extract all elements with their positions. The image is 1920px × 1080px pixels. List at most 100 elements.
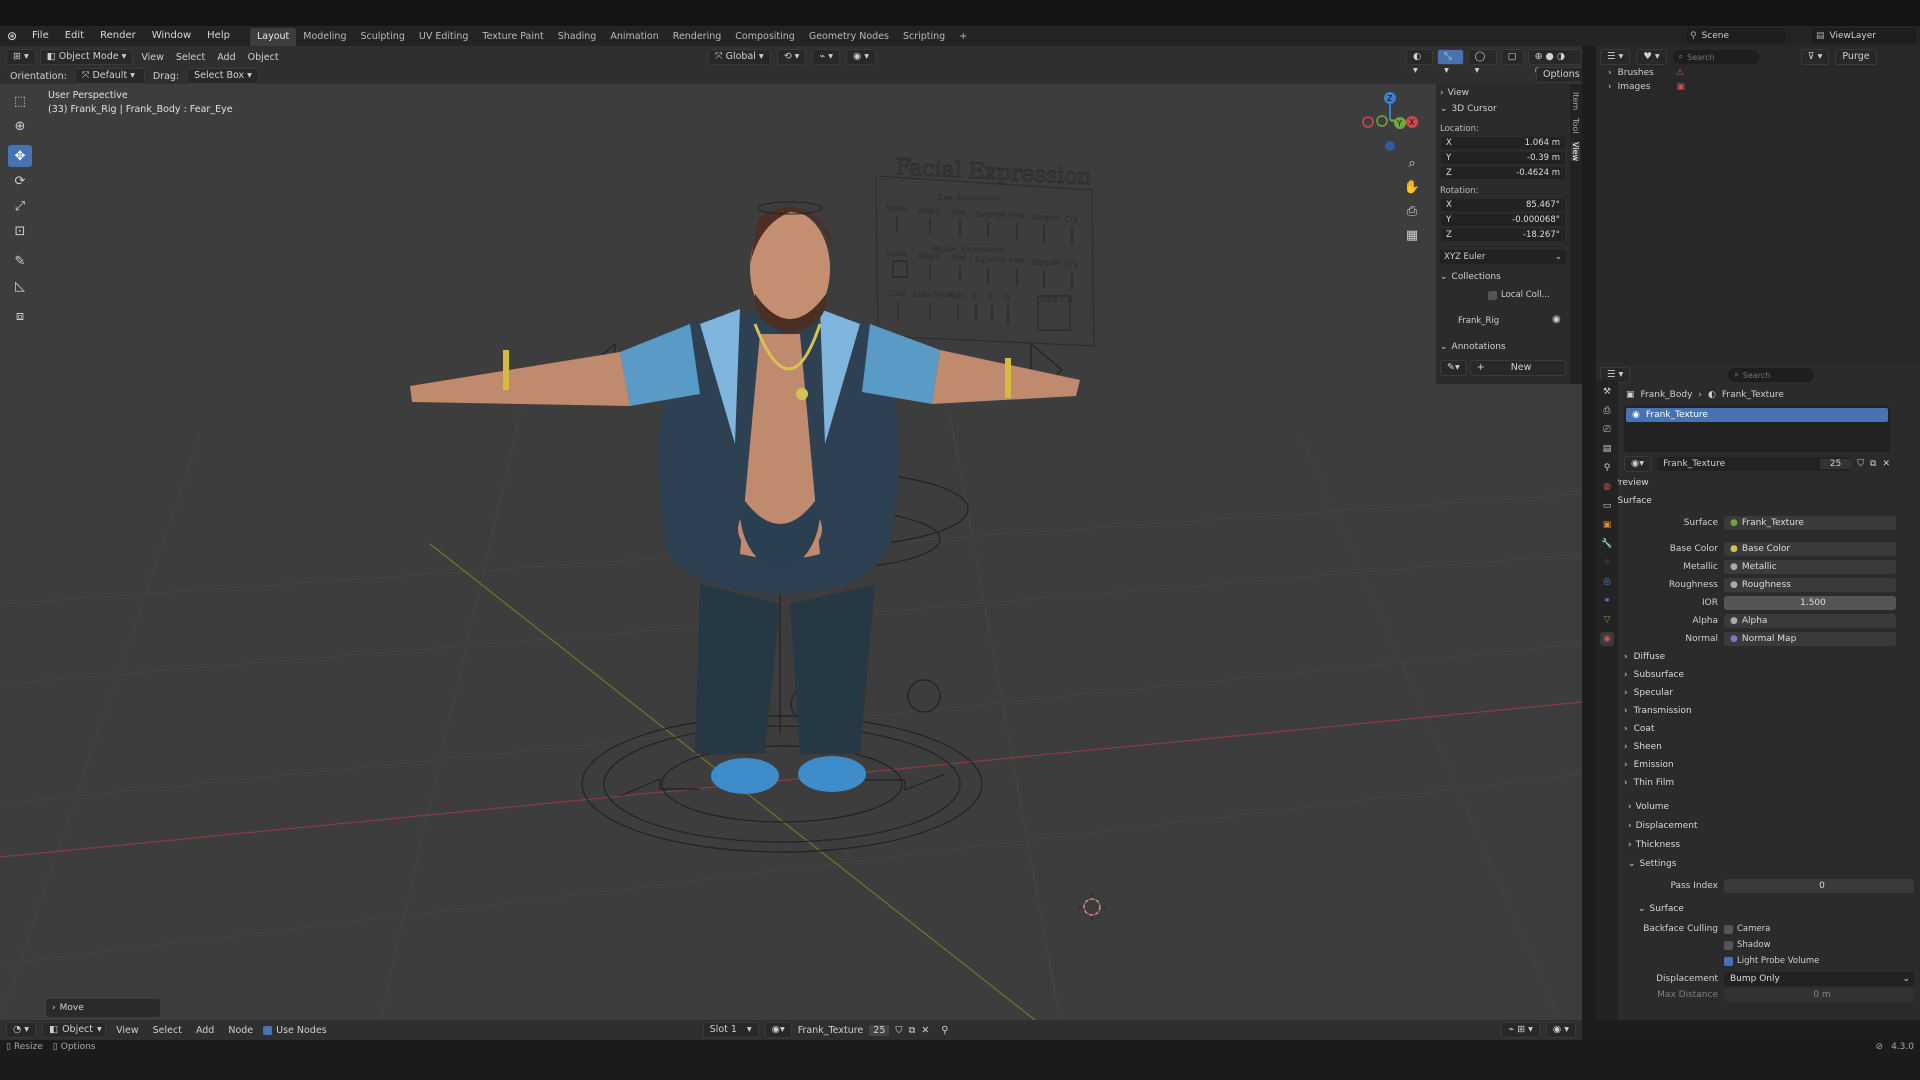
render-tab-icon[interactable]: ⎙ (1600, 404, 1614, 418)
subpanel-coat[interactable]: › Coat (1624, 724, 1654, 734)
header-menu-view[interactable]: View (137, 52, 168, 63)
add-cube-tool-icon[interactable]: ⧈ (8, 305, 32, 327)
outliner-search-input[interactable] (1687, 52, 1748, 62)
navigation-gizmo[interactable]: Z X Y (1362, 92, 1418, 151)
snap-button[interactable]: ⌁ ▾ (812, 49, 840, 65)
unlink-icon[interactable]: ✕ (921, 1025, 929, 1036)
tab-texture-paint[interactable]: Texture Paint (475, 28, 550, 46)
rotation-y-field[interactable]: Y -0.000068° (1440, 213, 1566, 227)
3d-cursor[interactable] (1078, 893, 1106, 921)
tab-item[interactable]: Item (1571, 92, 1580, 110)
cursor-section-header[interactable]: ⌄ 3D Cursor (1440, 104, 1497, 114)
rotation-mode-dropdown[interactable]: XYZ Euler ⌄ (1440, 250, 1566, 264)
light-probe-volume-toggle[interactable]: Light Probe Volume (1724, 956, 1819, 966)
node-menu-select[interactable]: Select (149, 1025, 186, 1036)
properties-search-input[interactable] (1742, 370, 1803, 380)
node-snap-button[interactable]: ⌁ ⊞ ▾ (1501, 1022, 1540, 1038)
tab-layout[interactable]: Layout (249, 28, 297, 46)
output-tab-icon[interactable]: ⎚ (1600, 423, 1614, 437)
settings-panel-header[interactable]: ⌄ Settings (1628, 859, 1676, 869)
node-object-dropdown[interactable]: ◧ Object ▾ (42, 1022, 107, 1038)
thickness-panel-header[interactable]: › Thickness (1628, 840, 1680, 850)
node-material-field[interactable]: Frank_Texture 25 ⛉ ⧉ ✕ (798, 1024, 929, 1036)
duplicate-icon[interactable]: ⧉ (909, 1025, 916, 1036)
node-overlay-button[interactable]: ◉ ▾ (1545, 1022, 1576, 1038)
drag-dropdown[interactable]: Select Box ▾ (187, 68, 259, 84)
modifier-tab-icon[interactable]: 🔧 (1600, 537, 1614, 551)
transform-tool-icon[interactable]: ⊡ (8, 220, 32, 242)
subpanel-transmission[interactable]: › Transmission (1624, 706, 1692, 716)
subpanel-sheen[interactable]: › Sheen (1624, 742, 1662, 752)
area-divider[interactable] (1582, 46, 1596, 1020)
local-collection-toggle[interactable]: Local Coll... (1488, 290, 1550, 300)
mode-selector[interactable]: ◧ Object Mode ▾ (39, 49, 134, 65)
tab-rendering[interactable]: Rendering (666, 28, 729, 46)
material-tab-icon[interactable]: ◉ (1600, 632, 1614, 646)
checkbox[interactable] (1724, 924, 1733, 934)
use-nodes-toggle[interactable]: Use Nodes (263, 1025, 327, 1036)
checkbox-checked[interactable] (1724, 956, 1733, 966)
new-annotation-button[interactable]: + New (1469, 360, 1566, 376)
eye-icon[interactable]: ◉ (1552, 314, 1561, 325)
xray-toggle-button[interactable]: ▢ (1500, 49, 1524, 65)
base-color-field[interactable]: ● Base Color (1724, 542, 1896, 556)
max-distance-field[interactable]: 0 m (1724, 988, 1914, 1002)
measure-tool-icon[interactable]: ◺ (8, 275, 32, 297)
normal-field[interactable]: ● Normal Map (1724, 632, 1896, 646)
view-section-header[interactable]: › View (1440, 88, 1469, 98)
volume-panel-header[interactable]: › Volume (1628, 802, 1669, 812)
view-layer-tab-icon[interactable]: ▤ (1600, 442, 1614, 456)
scene-selector[interactable]: ⚲ Scene (1686, 28, 1786, 44)
fake-user-icon[interactable]: ⛉ (1857, 459, 1864, 469)
object-tab-icon[interactable]: ▣ (1600, 518, 1614, 532)
physics-tab-icon[interactable]: ◎ (1600, 575, 1614, 589)
material-slot-item[interactable]: ◉ Frank_Texture (1626, 408, 1888, 422)
purge-button[interactable]: Purge (1835, 49, 1877, 65)
checkbox[interactable] (1488, 290, 1497, 300)
tab-modeling[interactable]: Modeling (296, 28, 353, 46)
transform-orientation-dropdown[interactable]: ⤧ Global ▾ (708, 49, 771, 65)
collections-section-header[interactable]: ⌄ Collections (1440, 272, 1501, 282)
collection-tab-icon[interactable]: ▭ (1600, 499, 1614, 513)
subpanel-subsurface[interactable]: › Subsurface (1624, 670, 1684, 680)
node-menu-node[interactable]: Node (224, 1025, 257, 1036)
zoom-icon[interactable]: ⌕ (1400, 152, 1424, 174)
outliner-search[interactable]: ⌕ (1672, 50, 1759, 64)
outliner-editor-type-button[interactable]: ☰ ▾ (1600, 49, 1631, 65)
outliner-item-images[interactable]: › Images ▣ (1608, 82, 1685, 92)
tab-compositing[interactable]: Compositing (728, 28, 802, 46)
orientation-dropdown[interactable]: ⤧ Default ▾ (74, 68, 145, 84)
camera-view-icon[interactable]: ⎙ (1400, 200, 1424, 222)
backface-shadow-toggle[interactable]: Shadow (1724, 940, 1771, 950)
display-mode-button[interactable]: ♥ ▾ (1636, 49, 1667, 65)
subpanel-emission[interactable]: › Emission (1624, 760, 1674, 770)
pivot-point-button[interactable]: ⟲ ▾ (776, 49, 807, 65)
pin-icon[interactable]: ⚲ (941, 1025, 948, 1036)
menu-edit[interactable]: Edit (57, 26, 92, 46)
viewlayer-selector[interactable]: ▤ ViewLayer (1812, 28, 1916, 44)
settings-surface-header[interactable]: ⌄ Surface (1638, 904, 1684, 914)
menu-help[interactable]: Help (199, 26, 238, 46)
tab-view[interactable]: View (1571, 141, 1580, 161)
rotation-z-field[interactable]: Z -18.267° (1440, 228, 1566, 242)
header-menu-add[interactable]: Add (213, 52, 239, 63)
material-users-count[interactable]: 25 (1819, 459, 1852, 469)
gizmo-toggle-button[interactable]: ⤡ ▾ (1437, 49, 1464, 76)
move-tool-icon[interactable]: ✥ (8, 145, 32, 167)
ortho-grid-icon[interactable]: ▦ (1400, 224, 1424, 246)
checkbox-checked[interactable] (263, 1025, 273, 1035)
header-menu-object[interactable]: Object (244, 52, 283, 63)
data-tab-icon[interactable]: ▽ (1600, 613, 1614, 627)
location-z-field[interactable]: Z -0.4624 m (1440, 166, 1566, 180)
subpanel-diffuse[interactable]: › Diffuse (1624, 652, 1665, 662)
tab-sculpting[interactable]: Sculpting (353, 28, 411, 46)
options-button[interactable]: Options ▾ (1536, 67, 1587, 94)
filter-button[interactable]: ⊽ ▾ (1800, 49, 1830, 65)
material-browse-button[interactable]: ◉▾ (1624, 456, 1652, 472)
slot-dropdown[interactable]: Slot 1 ▾ (702, 1022, 759, 1038)
proportional-edit-button[interactable]: ◉ ▾ (845, 49, 877, 65)
unlink-icon[interactable]: ✕ (1882, 459, 1890, 469)
metallic-field[interactable]: ● Metallic (1724, 560, 1896, 574)
node-editor-type-button[interactable]: ◔ ▾ (6, 1022, 37, 1038)
node-menu-add[interactable]: Add (192, 1025, 218, 1036)
